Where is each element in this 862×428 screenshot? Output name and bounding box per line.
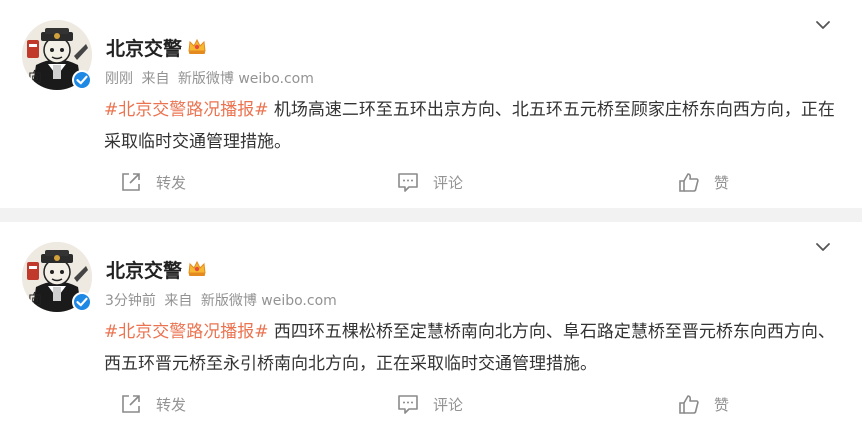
crown-icon <box>188 38 206 54</box>
like-icon <box>679 173 699 192</box>
author-name[interactable]: 北京交警 <box>106 34 182 61</box>
repost-icon <box>122 395 140 413</box>
comment-label: 评论 <box>433 395 464 414</box>
crown-icon <box>188 260 206 276</box>
chevron-down-icon[interactable] <box>814 16 832 34</box>
repost-label: 转发 <box>156 395 187 414</box>
weibo-post: 向 北京交警 刚刚 来自 新版微博 weibo.com #北京交警路况播报# 机… <box>0 0 862 208</box>
post-source: 新版微博 weibo.com <box>177 71 314 87</box>
comment-button[interactable]: 评论 <box>397 170 463 194</box>
comment-label: 评论 <box>433 173 464 192</box>
like-label: 赞 <box>714 173 730 192</box>
svg-text:向: 向 <box>28 292 42 308</box>
weibo-post: 向 北京交警 3分钟前 来自 新版微博 weibo.com #北京交警路况播报#… <box>0 222 862 428</box>
repost-button[interactable]: 转发 <box>120 392 186 416</box>
chevron-down-icon[interactable] <box>814 238 832 256</box>
post-meta: 3分钟前 来自 新版微博 weibo.com <box>105 290 341 310</box>
verified-icon <box>72 292 92 312</box>
post-divider <box>0 208 862 222</box>
post-content: #北京交警路况播报# 机场高速二环至五环出京方向、北五环五元桥至顾家庄桥东向西方… <box>104 94 844 158</box>
topic-link[interactable]: #北京交警路况播报# <box>104 100 269 120</box>
like-label: 赞 <box>714 395 730 414</box>
svg-text:向: 向 <box>28 70 42 86</box>
source-prefix: 来自 <box>164 293 193 309</box>
post-time[interactable]: 刚刚 <box>105 71 133 87</box>
post-time[interactable]: 3分钟前 <box>105 293 156 309</box>
repost-button[interactable]: 转发 <box>120 170 186 194</box>
topic-link[interactable]: #北京交警路况播报# <box>104 322 269 342</box>
post-content: #北京交警路况播报# 西四环五棵松桥至定慧桥南向北方向、阜石路定慧桥至晋元桥东向… <box>104 316 844 380</box>
comment-icon <box>398 173 418 192</box>
like-button[interactable]: 赞 <box>678 392 729 416</box>
comment-icon <box>398 395 418 414</box>
verified-icon <box>72 70 92 90</box>
comment-button[interactable]: 评论 <box>397 392 463 416</box>
repost-label: 转发 <box>156 173 187 192</box>
like-icon <box>679 395 699 414</box>
post-source: 新版微博 weibo.com <box>200 293 337 309</box>
post-meta: 刚刚 来自 新版微博 weibo.com <box>105 68 318 88</box>
like-button[interactable]: 赞 <box>678 170 729 194</box>
repost-icon <box>122 173 140 191</box>
source-prefix: 来自 <box>141 71 170 87</box>
author-name[interactable]: 北京交警 <box>106 256 182 283</box>
